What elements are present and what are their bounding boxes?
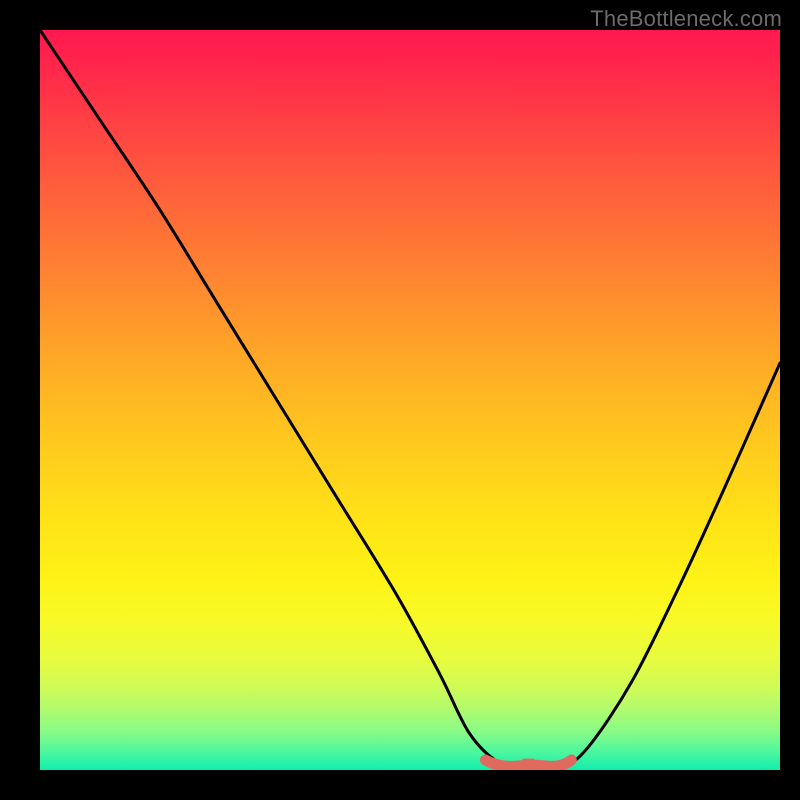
bottleneck-curve — [40, 30, 780, 770]
curve-layer — [40, 30, 780, 770]
flat-zone-marker — [485, 760, 571, 766]
plot-area — [40, 30, 780, 770]
watermark-text: TheBottleneck.com — [590, 6, 782, 32]
